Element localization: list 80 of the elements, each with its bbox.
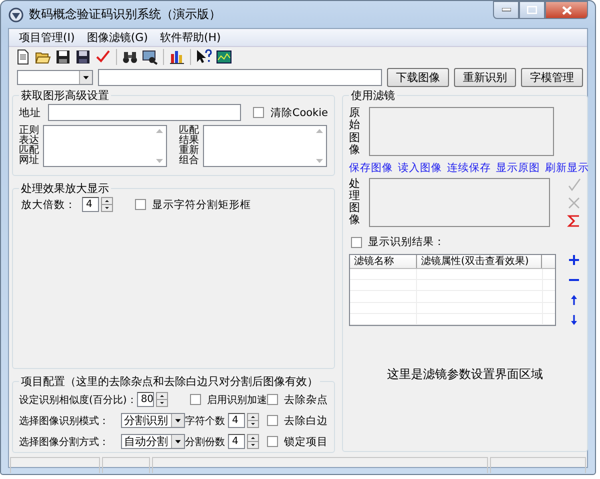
group-title: 处理效果放大显示 — [20, 181, 110, 196]
spinner-arrows-icon[interactable] — [247, 434, 260, 449]
maximize-button[interactable] — [519, 1, 545, 19]
field-label: 正则表达匹配网址 — [19, 126, 39, 166]
checkbox-label: 去除白边 — [284, 414, 328, 428]
number-field[interactable]: 4 — [228, 434, 246, 449]
binoculars-icon[interactable] — [122, 49, 138, 65]
field-label: 字符个数 — [185, 414, 226, 428]
checkbox[interactable] — [351, 236, 362, 248]
toolbar-button[interactable]: 重新识别 — [454, 68, 516, 87]
checkbox[interactable] — [190, 394, 201, 405]
checkbox-label: 显示字符分割矩形框 — [152, 198, 251, 212]
field-label: 选择图像分割方式： — [19, 436, 110, 448]
spinner-arrows-icon[interactable] — [101, 197, 113, 212]
dropdown[interactable]: 自动分割 — [121, 434, 186, 449]
close-button[interactable] — [545, 1, 588, 19]
save-as-icon[interactable] — [75, 49, 91, 65]
link[interactable]: 读入图像 — [398, 161, 442, 175]
bar-chart-icon[interactable] — [169, 49, 185, 65]
group-title: 使用滤镜 — [350, 88, 396, 103]
column-header[interactable]: 滤镜名称 — [350, 255, 417, 268]
url-field[interactable] — [98, 69, 382, 86]
field-label: 匹配结果重新组合 — [179, 126, 199, 166]
link[interactable]: 刷新显示 — [545, 161, 589, 175]
help-pointer-icon[interactable] — [196, 49, 212, 65]
number-field[interactable]: 80 — [136, 392, 154, 407]
field-label: 分割份数 — [185, 436, 226, 448]
checkbox-label: 去除杂点 — [284, 392, 328, 406]
placeholder-text: 这里是滤镜参数设置界面区域 — [386, 366, 544, 383]
checkbox[interactable] — [267, 394, 278, 405]
checkbox-label: 显示识别结果： — [368, 235, 445, 249]
menu-item[interactable]: 软件帮助(H) — [154, 30, 227, 45]
spinner-arrows-icon[interactable] — [156, 392, 168, 407]
dropdown-arrow-icon[interactable] — [171, 435, 184, 448]
field-label: 放大倍数： — [21, 198, 76, 212]
maximize-icon — [527, 6, 537, 14]
checkbox[interactable] — [267, 436, 278, 447]
dropdown[interactable]: 分割识别 — [121, 413, 186, 428]
number-field[interactable]: 4 — [82, 197, 99, 212]
group-title: 获取图形高级设置 — [20, 88, 110, 103]
app-icon — [8, 6, 24, 22]
link[interactable]: 显示原图 — [496, 161, 540, 175]
close-icon — [562, 6, 572, 14]
checkbox[interactable] — [253, 107, 264, 118]
field-label: 选择图像识别模式： — [19, 414, 110, 428]
url-dropdown[interactable] — [17, 70, 93, 85]
minimize-icon — [502, 8, 510, 12]
checkbox[interactable] — [267, 415, 278, 426]
plus-icon[interactable] — [568, 254, 580, 266]
arrow-down-icon[interactable] — [568, 314, 580, 326]
image-search-icon[interactable] — [142, 49, 158, 65]
sigma-icon[interactable] — [567, 214, 581, 228]
window-title: 数码概念验证码识别系统（演示版） — [29, 6, 222, 23]
field-label: 设定识别相似度(百分比)： — [19, 394, 137, 406]
menu-item[interactable]: 项目管理(I) — [13, 30, 81, 45]
number-field[interactable]: 4 — [228, 413, 246, 428]
save-icon[interactable] — [55, 49, 71, 65]
group-title: 项目配置（这里的去除杂点和去除白边只对分割后图像有效） — [20, 374, 319, 389]
field-label: 地址 — [19, 106, 42, 120]
dropdown-arrow-icon[interactable] — [78, 71, 92, 84]
link[interactable]: 保存图像 — [349, 161, 393, 175]
menu-item[interactable]: 图像滤镜(G) — [80, 30, 154, 45]
checkbox[interactable] — [135, 199, 146, 210]
image-label: 原始图像 — [349, 107, 360, 156]
checkbox-label: 锁定项目 — [284, 434, 328, 448]
toolbar-button[interactable]: 下载图像 — [387, 68, 449, 87]
address-field[interactable] — [48, 104, 242, 121]
arrow-up-icon[interactable] — [568, 294, 580, 306]
checkbox-label: 清除Cookie — [270, 106, 328, 120]
new-file-icon[interactable] — [15, 49, 31, 65]
spinner-arrows-icon[interactable] — [247, 413, 260, 428]
toolbar-button[interactable]: 字模管理 — [521, 68, 583, 87]
checkbox-label: 启用识别加速 — [207, 394, 267, 406]
chart-window-icon[interactable] — [216, 49, 232, 65]
dropdown-arrow-icon[interactable] — [171, 414, 184, 427]
check-icon[interactable] — [95, 49, 111, 65]
column-header[interactable]: 滤镜属性(双击查看效果) — [417, 255, 542, 268]
link[interactable]: 连续保存 — [447, 161, 491, 175]
image-label: 处理图像 — [349, 178, 360, 226]
minimize-button[interactable] — [493, 1, 519, 19]
